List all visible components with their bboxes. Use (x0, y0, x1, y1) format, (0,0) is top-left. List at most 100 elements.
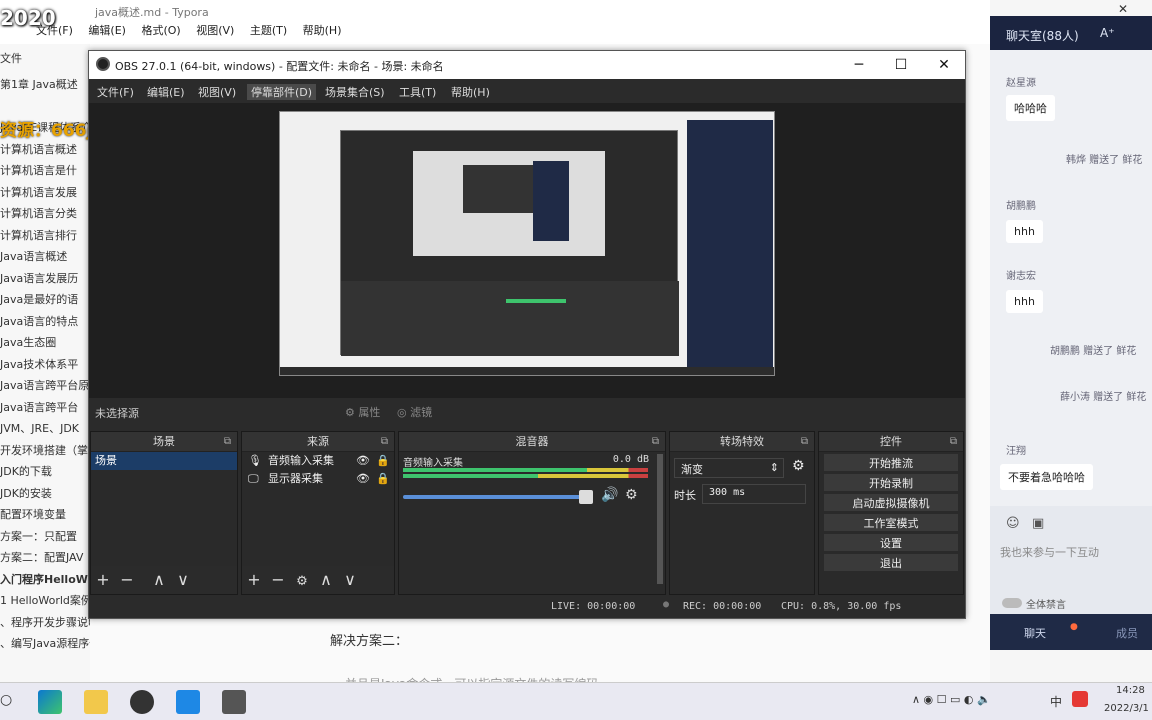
ime-indicator[interactable]: 中 (1050, 693, 1062, 710)
toc-item[interactable]: JDK的下载 (0, 461, 90, 483)
add-scene-button[interactable]: + (91, 566, 115, 594)
move-down-button[interactable]: ∨ (171, 566, 195, 594)
start-streaming-button[interactable]: 开始推流 (823, 453, 959, 472)
volume-slider-handle[interactable] (579, 490, 593, 504)
toc-item[interactable]: 开发环境搭建（掌 (0, 440, 90, 462)
start-recording-button[interactable]: 开始录制 (823, 473, 959, 492)
obs-menu-help[interactable]: 帮助(H) (451, 84, 490, 100)
toc-item[interactable]: 第1章 Java概述 (0, 74, 90, 96)
toc-item[interactable]: Java语言的特点 (0, 311, 90, 333)
edge-icon[interactable] (38, 690, 62, 714)
gear-icon[interactable]: ⚙ (625, 487, 638, 503)
toc-item[interactable]: Java语言发展历 (0, 268, 90, 290)
float-icon[interactable]: ⧉ (652, 432, 659, 452)
source-down-button[interactable]: ∨ (338, 566, 362, 594)
close-button[interactable]: ✕ (934, 55, 954, 75)
source-item-display[interactable]: 🖵 显示器采集 👁 🔒 (242, 470, 394, 488)
toc-item[interactable]: 方案二：配置JAV (0, 547, 90, 569)
toc-item[interactable]: JDK的安装 (0, 483, 90, 505)
mixer-scrollbar[interactable] (657, 454, 663, 584)
transition-select[interactable]: 渐变 ⇕ (674, 458, 784, 478)
tray-icons[interactable]: ∧ ◉ ☐ ▭ ◐ 🔈 (912, 693, 991, 706)
toc-item[interactable]: 、编写Java源程序保存.java源文 (0, 633, 90, 655)
obs-menu-scene-collection[interactable]: 场景集合(S) (325, 84, 385, 100)
obs-menu-docks[interactable]: 停靠部件(D) (247, 84, 317, 100)
preview-canvas[interactable] (279, 111, 775, 376)
toc-item[interactable]: 、程序开发步骤说明 (0, 612, 90, 634)
toc-item[interactable]: Java语言跨平台原 (0, 375, 90, 397)
obs-menu-view[interactable]: 视图(V) (198, 84, 236, 100)
properties-button[interactable]: ⚙ 属性 (345, 404, 380, 420)
studio-mode-button[interactable]: 工作室模式 (823, 513, 959, 532)
typora-menu-format[interactable]: 格式(O) (141, 22, 180, 38)
eye-icon[interactable]: 👁 (356, 452, 370, 470)
typora-menu-theme[interactable]: 主题(T) (250, 22, 287, 38)
toc-item[interactable]: Java语言概述 (0, 246, 90, 268)
source-settings-button[interactable]: ⚙ (290, 568, 314, 596)
toc-item[interactable]: 计算机语言是什 (0, 160, 90, 182)
toc-item[interactable]: 入门程序HelloW (0, 569, 90, 591)
filters-button[interactable]: ◎ 滤镜 (397, 404, 432, 420)
exit-button[interactable]: 退出 (823, 553, 959, 572)
toc-item[interactable]: JVM、JRE、JDK (0, 418, 90, 440)
obs-preview-area[interactable] (89, 103, 965, 398)
speaker-icon[interactable]: 🔊 (601, 487, 618, 503)
typora-menu-help[interactable]: 帮助(H) (303, 22, 342, 38)
lock-icon[interactable]: 🔒 (376, 470, 390, 488)
font-size-button[interactable]: A⁺ (1100, 26, 1115, 40)
minimize-button[interactable]: ─ (849, 55, 869, 75)
obs-titlebar[interactable]: OBS 27.0.1 (64-bit, windows) - 配置文件: 未命名… (89, 51, 965, 79)
toc-item[interactable]: 1 HelloWorld案例 (0, 590, 90, 612)
app-p-icon[interactable] (176, 690, 200, 714)
float-icon[interactable]: ⧉ (950, 432, 957, 452)
toc-item[interactable]: Java是最好的语 (0, 289, 90, 311)
obs-menu-tools[interactable]: 工具(T) (399, 84, 436, 100)
sogou-icon[interactable] (1072, 691, 1088, 707)
scene-item[interactable]: 场景 (91, 452, 237, 470)
toc-item[interactable] (0, 96, 90, 118)
source-up-button[interactable]: ∧ (314, 566, 338, 594)
emoji-icon[interactable]: ☺ (1006, 516, 1020, 531)
sidebar-files-label[interactable]: 文件 (0, 44, 90, 74)
chat-input[interactable]: 我也来参与一下互动 (990, 536, 1152, 592)
typora-menu-view[interactable]: 视图(V) (196, 22, 234, 38)
toc-item[interactable]: 计算机语言概述 (0, 139, 90, 161)
move-up-button[interactable]: ∧ (147, 566, 171, 594)
search-icon[interactable]: ○ (0, 692, 12, 708)
settings-button[interactable]: 设置 (823, 533, 959, 552)
obs-menu-file[interactable]: 文件(F) (97, 84, 134, 100)
obs-taskbar-icon[interactable] (130, 690, 154, 714)
source-item-audio[interactable]: 🎙 音频输入采集 👁 🔒 (242, 452, 394, 470)
volume-slider[interactable] (403, 495, 593, 499)
eye-icon[interactable]: 👁 (356, 470, 370, 488)
remove-source-button[interactable]: − (266, 566, 290, 594)
tab-chat[interactable]: 聊天 (1024, 625, 1046, 641)
add-source-button[interactable]: + (242, 566, 266, 594)
mute-all-toggle[interactable] (1002, 598, 1022, 608)
gear-icon[interactable]: ⚙ (792, 458, 805, 474)
toc-item[interactable]: 计算机语言排行 (0, 225, 90, 247)
typora-menu-edit[interactable]: 编辑(E) (88, 22, 126, 38)
float-icon[interactable]: ⧉ (224, 432, 231, 452)
image-icon[interactable]: ▣ (1032, 516, 1044, 531)
maximize-button[interactable]: ☐ (891, 55, 911, 75)
remove-scene-button[interactable]: − (115, 566, 139, 594)
float-icon[interactable]: ⧉ (381, 432, 388, 452)
duration-field[interactable]: 300 ms (702, 484, 806, 504)
preview-taskbar (280, 367, 774, 375)
toc-item[interactable]: 计算机语言分类 (0, 203, 90, 225)
lock-icon[interactable]: 🔒 (376, 452, 390, 470)
toc-item[interactable]: 方案一：只配置 (0, 526, 90, 548)
toc-item[interactable]: Java语言跨平台 (0, 397, 90, 419)
start-virtual-camera-button[interactable]: 启动虚拟摄像机 (823, 493, 959, 512)
typora-taskbar-icon[interactable] (222, 690, 246, 714)
tab-members[interactable]: 成员 (1116, 625, 1138, 641)
float-icon[interactable]: ⧉ (801, 432, 808, 452)
toc-item[interactable]: Java技术体系平 (0, 354, 90, 376)
folder-icon[interactable] (84, 690, 108, 714)
toc-item[interactable]: 计算机语言发展 (0, 182, 90, 204)
toc-item[interactable]: Java生态圈 (0, 332, 90, 354)
obs-menu-edit[interactable]: 编辑(E) (147, 84, 185, 100)
toc-item[interactable]: 配置环境变量 (0, 504, 90, 526)
close-icon[interactable]: ✕ (1118, 2, 1128, 16)
